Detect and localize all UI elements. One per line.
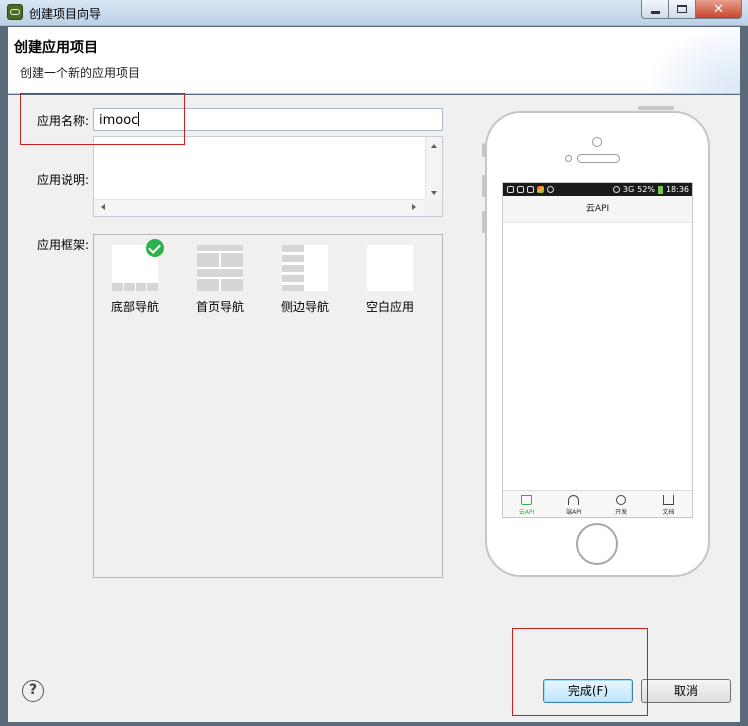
phone-tab-develop: 开发 <box>598 491 645 517</box>
framework-label: 底部导航 <box>110 300 159 314</box>
finish-button[interactable]: 完成(F) <box>543 679 633 703</box>
phone-sensor-icon <box>565 155 572 162</box>
app-name-label: 应用名称: <box>37 114 90 128</box>
app-desc-textarea[interactable] <box>93 136 443 217</box>
page-title: 创建应用项目 <box>14 40 98 56</box>
scroll-corner <box>425 199 442 216</box>
framework-label: 首页导航 <box>195 300 244 314</box>
phone-screen: 3G 52% 18:36 云API 云API 端API 开发 文档 <box>502 182 693 518</box>
app-desc-label: 应用说明: <box>37 173 90 187</box>
phone-tab-bar: 云API 端API 开发 文档 <box>503 490 692 517</box>
framework-option-bottom-nav[interactable]: 底部导航 <box>105 239 165 315</box>
header-decoration <box>650 27 740 93</box>
shield-icon <box>527 186 534 193</box>
app-name-input[interactable]: imooc <box>93 108 443 131</box>
app-notification-icon <box>537 186 544 193</box>
phone-mute-switch <box>482 143 485 157</box>
maximize-icon <box>677 5 687 13</box>
network-type: 3G <box>622 185 635 194</box>
framework-label: 空白应用 <box>365 300 414 314</box>
phone-volume-up <box>482 175 485 197</box>
phone-preview: 3G 52% 18:36 云API 云API 端API 开发 文档 <box>482 106 710 577</box>
phone-tab-device-api: 端API <box>550 491 597 517</box>
page-subtitle: 创建一个新的应用项目 <box>20 66 141 80</box>
app-logo-icon <box>7 4 23 20</box>
close-icon: ✕ <box>713 1 724 17</box>
phone-tab-cloud-api: 云API <box>503 491 550 517</box>
scroll-down-icon[interactable] <box>431 191 437 195</box>
minimize-button[interactable] <box>641 0 669 19</box>
scroll-up-icon[interactable] <box>431 144 437 148</box>
framework-option-home-nav[interactable]: 首页导航 <box>190 245 250 315</box>
phone-tab-docs: 文档 <box>645 491 692 517</box>
phone-app-title: 云API <box>503 196 692 223</box>
selected-check-icon <box>146 239 164 257</box>
alarm-icon <box>612 186 620 193</box>
desc-vertical-scrollbar[interactable] <box>425 137 442 201</box>
battery-icon <box>657 185 663 194</box>
app-framework-label: 应用框架: <box>37 238 90 252</box>
phone-speaker-icon <box>577 154 620 163</box>
home-icon <box>521 495 533 505</box>
flower-icon <box>616 495 627 505</box>
sync-icon <box>547 186 554 193</box>
app-name-value: imooc <box>99 113 139 128</box>
maximize-button[interactable] <box>669 0 696 19</box>
cancel-button[interactable]: 取消 <box>641 679 731 703</box>
scroll-right-icon[interactable] <box>412 204 416 210</box>
framework-option-blank[interactable]: 空白应用 <box>360 245 420 315</box>
phone-volume-down <box>482 211 485 233</box>
phone-home-button <box>576 523 618 565</box>
download-icon <box>662 495 674 505</box>
phone-camera-icon <box>592 137 602 147</box>
desc-horizontal-scrollbar[interactable] <box>94 199 427 216</box>
phone-power-button <box>638 106 674 110</box>
window-title-bar[interactable]: 创建项目向导 ✕ <box>0 0 748 26</box>
home-nav-thumbnail <box>197 245 243 291</box>
tab-label: 文档 <box>662 509 675 516</box>
wizard-header: 创建应用项目 创建一个新的应用项目 <box>8 27 740 94</box>
phone-status-bar: 3G 52% 18:36 <box>503 183 692 196</box>
framework-label: 侧边导航 <box>280 300 329 314</box>
scroll-left-icon[interactable] <box>101 204 105 210</box>
help-icon[interactable]: ? <box>22 680 44 702</box>
close-button[interactable]: ✕ <box>696 0 742 19</box>
wifi-icon <box>517 186 524 193</box>
wizard-body: 应用名称: imooc 应用说明: 应用框架: 底部导航 首页导航 侧边导航 空… <box>8 95 740 722</box>
window-title: 创建项目向导 <box>29 7 102 21</box>
minimize-icon <box>650 10 660 14</box>
blank-app-thumbnail <box>367 245 413 291</box>
bottom-nav-thumbnail <box>112 239 164 291</box>
tab-label: 开发 <box>615 509 628 516</box>
usb-icon <box>507 186 514 193</box>
status-time: 18:36 <box>665 185 689 194</box>
side-nav-thumbnail <box>282 245 328 291</box>
framework-selector: 底部导航 首页导航 侧边导航 空白应用 <box>93 234 443 578</box>
text-caret <box>138 112 140 126</box>
gauge-icon <box>568 495 580 505</box>
battery-percent: 52% <box>637 185 655 194</box>
framework-option-side-nav[interactable]: 侧边导航 <box>275 245 335 315</box>
tab-label: 端API <box>566 509 582 516</box>
tab-label: 云API <box>518 509 535 516</box>
